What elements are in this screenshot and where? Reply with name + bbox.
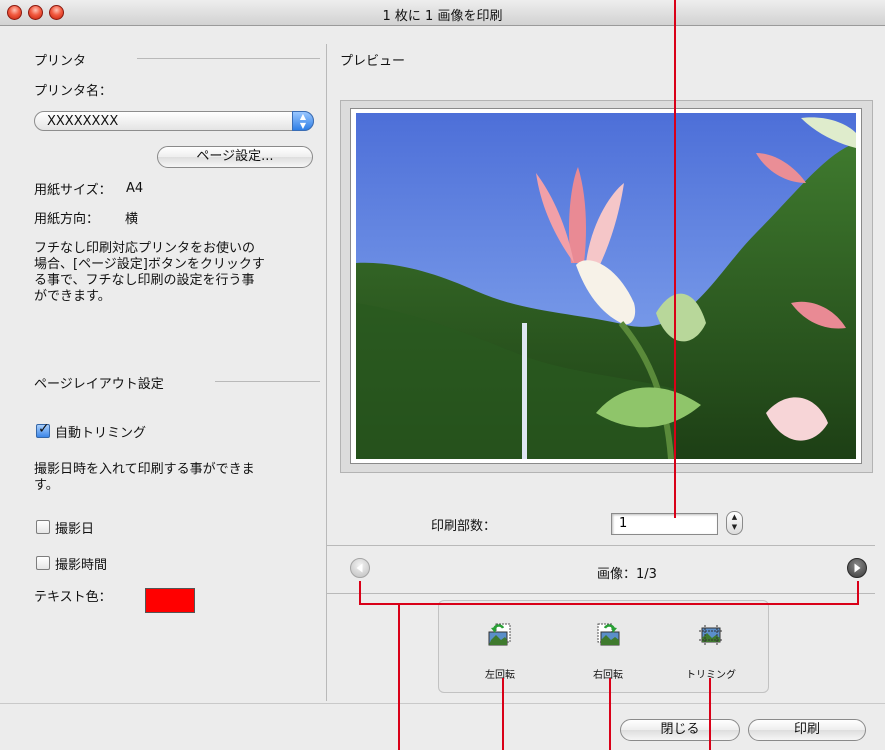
printer-name-label: プリンタ名： — [34, 84, 113, 99]
shooting-date-checkbox[interactable] — [36, 520, 50, 534]
trimming-icon — [699, 625, 723, 645]
callout-line-nav-down — [398, 604, 400, 750]
preview-page — [350, 108, 862, 464]
paper-size-label: 用紙サイズ： — [34, 183, 112, 198]
print-dialog-window: 1 枚に 1 画像を印刷 プリンタ プリンタ名： XXXXXXXX ▲ ▼ ページ… — [0, 0, 885, 750]
callout-line-trimming — [709, 678, 711, 750]
page-setup-button[interactable]: ページ設定... — [157, 146, 313, 168]
callout-line-rotate-left — [502, 678, 504, 750]
shooting-time-checkbox[interactable] — [36, 556, 50, 570]
preview-label: プレビュー — [340, 54, 406, 69]
previous-image-button[interactable] — [350, 558, 370, 578]
orientation-value: 横 — [125, 212, 139, 227]
rotate-left-label: 左回転 — [485, 670, 515, 681]
auto-trim-label: 自動トリミング — [55, 426, 147, 441]
printer-select-value: XXXXXXXX — [47, 114, 119, 129]
image-counter: 画像：1/3 — [597, 567, 657, 582]
close-button[interactable]: 閉じる — [620, 719, 740, 741]
copies-stepper[interactable]: ▲ ▼ — [726, 511, 743, 535]
rotate-right-button[interactable]: 右回転 — [578, 620, 638, 681]
text-color-label: テキスト色： — [34, 590, 112, 605]
layout-section-divider — [215, 381, 320, 382]
arrow-left-icon — [356, 563, 363, 573]
preview-divider-bottom — [327, 593, 875, 594]
layout-section-label: ページレイアウト設定 — [34, 377, 164, 392]
preview-divider-top — [327, 545, 875, 546]
callout-line-nav-right — [857, 581, 859, 605]
copies-label: 印刷部数： — [431, 519, 497, 534]
printer-select[interactable]: XXXXXXXX ▲ ▼ — [34, 111, 314, 131]
checkmark-icon: ✓ — [38, 421, 50, 437]
preview-photo — [356, 113, 856, 459]
auto-trim-checkbox[interactable]: ✓ — [36, 421, 50, 438]
callout-line-copies — [674, 0, 676, 518]
preview-frame — [340, 100, 873, 473]
copies-value: 1 — [619, 516, 628, 531]
trimming-button[interactable]: トリミング — [681, 620, 741, 681]
printer-section-label: プリンタ — [34, 54, 87, 69]
window-title: 1 枚に 1 画像を印刷 — [382, 9, 503, 24]
rotate-left-button[interactable]: 左回転 — [470, 620, 530, 681]
arrow-right-icon — [854, 563, 861, 573]
callout-line-nav-horizontal — [359, 603, 859, 605]
select-arrows-icon: ▲ ▼ — [292, 111, 314, 131]
date-note-line-1: 撮影日時を入れて印刷する事ができま — [34, 462, 255, 477]
paper-size-value: A4 — [126, 181, 144, 196]
rotate-right-label: 右回転 — [593, 670, 623, 681]
title-bar[interactable]: 1 枚に 1 画像を印刷 — [0, 0, 885, 26]
date-note-line-2: す。 — [34, 478, 59, 493]
footer-divider — [0, 703, 885, 704]
printer-section-divider — [137, 58, 320, 59]
rotate-left-icon — [488, 623, 511, 646]
copies-input[interactable]: 1 — [611, 513, 718, 535]
orientation-label: 用紙方向： — [34, 212, 100, 227]
next-image-button[interactable] — [847, 558, 867, 578]
shooting-date-label: 撮影日 — [55, 522, 95, 537]
rotate-right-icon — [597, 623, 620, 646]
text-color-swatch[interactable] — [145, 588, 195, 613]
shooting-time-label: 撮影時間 — [55, 558, 108, 573]
callout-line-nav-left — [359, 581, 361, 605]
column-divider — [326, 44, 327, 701]
trimming-label: トリミング — [686, 670, 736, 681]
print-button[interactable]: 印刷 — [748, 719, 866, 741]
borderless-note-line-4: ができます。 — [34, 289, 111, 304]
callout-line-rotate-right — [609, 678, 611, 750]
